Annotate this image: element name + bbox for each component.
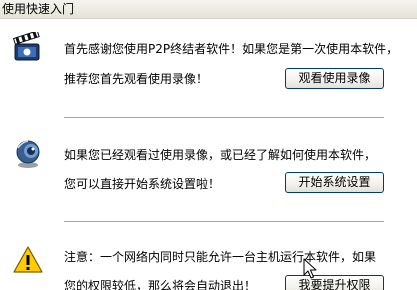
quick-start-window: 使用快速入门 首先感谢您使用P2P终结者软件！如果您是第一次使用本软件， 推荐您… (0, 0, 417, 290)
globe-webcam-icon (12, 138, 44, 170)
mouse-pointer-icon (303, 258, 317, 280)
warning-section: 注意：一个网络内同时只能允许一台主机运行本软件，如果 您的权限较低，那么将会自动… (0, 210, 417, 290)
warning-triangle-icon (12, 244, 44, 276)
intro-text-line2: 推荐您首先观看使用录像！ (64, 72, 209, 86)
intro-section: 首先感谢您使用P2P终结者软件！如果您是第一次使用本软件， 推荐您首先观看使用录… (0, 0, 417, 100)
setup-text-line2: 您可以直接开始系统设置啦！ (64, 177, 221, 191)
raise-permission-button[interactable]: 我要提升权限 (285, 275, 384, 290)
watch-video-button[interactable]: 观看使用录像 (285, 68, 384, 89)
start-setup-button[interactable]: 开始系统设置 (285, 172, 384, 193)
video-clapperboard-icon (12, 30, 44, 64)
warning-text-line2: 您的权限较低，那么将会自动退出！ (64, 279, 257, 290)
warning-text-line1: 注意：一个网络内同时只能允许一台主机运行本软件，如果 (64, 250, 377, 264)
setup-text-line1: 如果您已经观看过使用录像，或已经了解如何使用本软件， (64, 148, 377, 162)
intro-text-line1: 首先感谢您使用P2P终结者软件！如果您是第一次使用本软件， (64, 42, 399, 56)
setup-section: 如果您已经观看过使用录像，或已经了解如何使用本软件， 您可以直接开始系统设置啦！… (0, 100, 417, 210)
